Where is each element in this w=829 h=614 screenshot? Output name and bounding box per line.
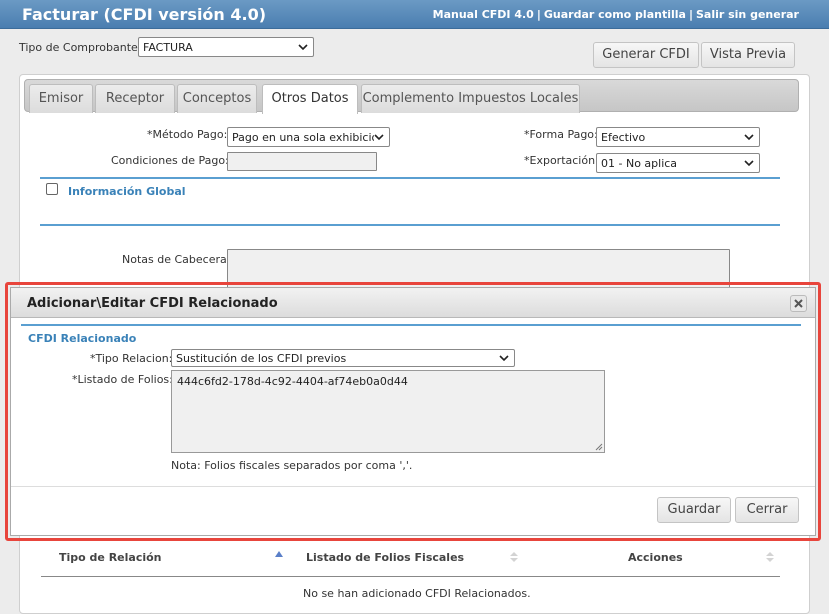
forma-pago-select[interactable]: Efectivo [596, 127, 760, 147]
forma-pago-value: Efectivo [601, 131, 646, 144]
folios-note: Nota: Folios fiscales separados por coma… [171, 459, 413, 472]
sort-asc-icon[interactable] [275, 549, 283, 561]
listado-folios-textarea[interactable]: 444c6fd2-178d-4c92-4404-af74eb0a0d44 [171, 370, 605, 453]
exportacion-value: 01 - No aplica [601, 157, 678, 170]
chevron-down-icon [499, 355, 509, 362]
separator: | [536, 8, 541, 21]
chevron-down-icon [374, 132, 384, 142]
info-global-label[interactable]: Información Global [68, 185, 186, 198]
th-acciones[interactable]: Acciones [628, 551, 683, 564]
th-tipo-relacion[interactable]: Tipo de Relación [59, 551, 162, 564]
header-links: Manual CFDI 4.0 | Guardar como plantilla | S… [433, 8, 799, 21]
section-divider [40, 177, 780, 179]
cfdi-relacionado-dialog: Adicionar\Editar CFDI Relacionado CFDI R… [10, 287, 816, 536]
tab-complemento-impuestos[interactable]: Complemento Impuestos Locales [361, 84, 580, 113]
separator: | [688, 8, 693, 21]
resize-handle-icon[interactable] [595, 443, 603, 451]
page-title: Facturar (CFDI versión 4.0) [22, 5, 267, 24]
exportacion-select[interactable]: 01 - No aplica [596, 153, 760, 173]
tipo-comprobante-select[interactable]: FACTURA [138, 37, 314, 57]
dialog-title: Adicionar\Editar CFDI Relacionado [27, 296, 278, 311]
guardar-button[interactable]: Guardar [657, 497, 731, 523]
chevron-down-icon [744, 160, 754, 167]
condiciones-pago-label: Condiciones de Pago: [111, 154, 229, 167]
listado-folios-label: *Listado de Folios: [72, 373, 173, 386]
save-template-link[interactable]: Guardar como plantilla [544, 8, 686, 21]
metodo-pago-select[interactable]: Pago en una sola exhibició [227, 127, 390, 147]
tipo-relacion-value: Sustitución de los CFDI previos [176, 352, 347, 365]
condiciones-pago-input[interactable] [227, 152, 377, 171]
tipo-relacion-label: *Tipo Relacion: [90, 352, 173, 365]
listado-folios-value: 444c6fd2-178d-4c92-4404-af74eb0a0d44 [177, 375, 408, 388]
tab-otros-datos[interactable]: Otros Datos [262, 84, 358, 114]
table-empty-message: No se han adicionado CFDI Relacionados. [303, 587, 531, 600]
forma-pago-label: *Forma Pago: [524, 128, 598, 141]
vista-previa-button[interactable]: Vista Previa [701, 42, 795, 68]
app-header: Facturar (CFDI versión 4.0) Manual CFDI … [0, 0, 829, 29]
section-divider [40, 224, 780, 226]
tipo-comprobante-value: FACTURA [143, 41, 193, 54]
tab-bar: Emisor Receptor Conceptos Otros Datos Co… [24, 79, 799, 114]
chevron-down-icon [298, 44, 308, 51]
close-icon[interactable] [790, 295, 807, 312]
table-divider [41, 576, 780, 577]
cerrar-button[interactable]: Cerrar [735, 497, 799, 523]
th-listado-folios[interactable]: Listado de Folios Fiscales [306, 551, 464, 564]
sort-icon[interactable] [766, 551, 774, 563]
tipo-comprobante-label: Tipo de Comprobante: [19, 41, 142, 54]
dialog-divider [21, 324, 801, 326]
exportacion-label: *Exportación: [524, 154, 599, 167]
tipo-relacion-select[interactable]: Sustitución de los CFDI previos [171, 349, 515, 367]
chevron-down-icon [744, 134, 754, 141]
tab-conceptos[interactable]: Conceptos [177, 84, 257, 113]
dialog-header: Adicionar\Editar CFDI Relacionado [11, 288, 815, 318]
tab-receptor[interactable]: Receptor [95, 84, 175, 113]
metodo-pago-value: Pago en una sola exhibició [232, 131, 379, 144]
tab-emisor[interactable]: Emisor [29, 84, 93, 113]
generar-cfdi-button[interactable]: Generar CFDI [593, 42, 699, 68]
metodo-pago-label: *Método Pago: [147, 128, 228, 141]
sort-icon[interactable] [510, 551, 518, 563]
notas-cabecera-label: Notas de Cabecera: [122, 253, 231, 266]
dialog-footer-divider [11, 486, 815, 487]
exit-link[interactable]: Salir sin generar [696, 8, 799, 21]
info-global-checkbox[interactable] [46, 183, 58, 195]
cfdi-relacionado-heading: CFDI Relacionado [28, 332, 137, 345]
manual-link[interactable]: Manual CFDI 4.0 [433, 8, 534, 21]
